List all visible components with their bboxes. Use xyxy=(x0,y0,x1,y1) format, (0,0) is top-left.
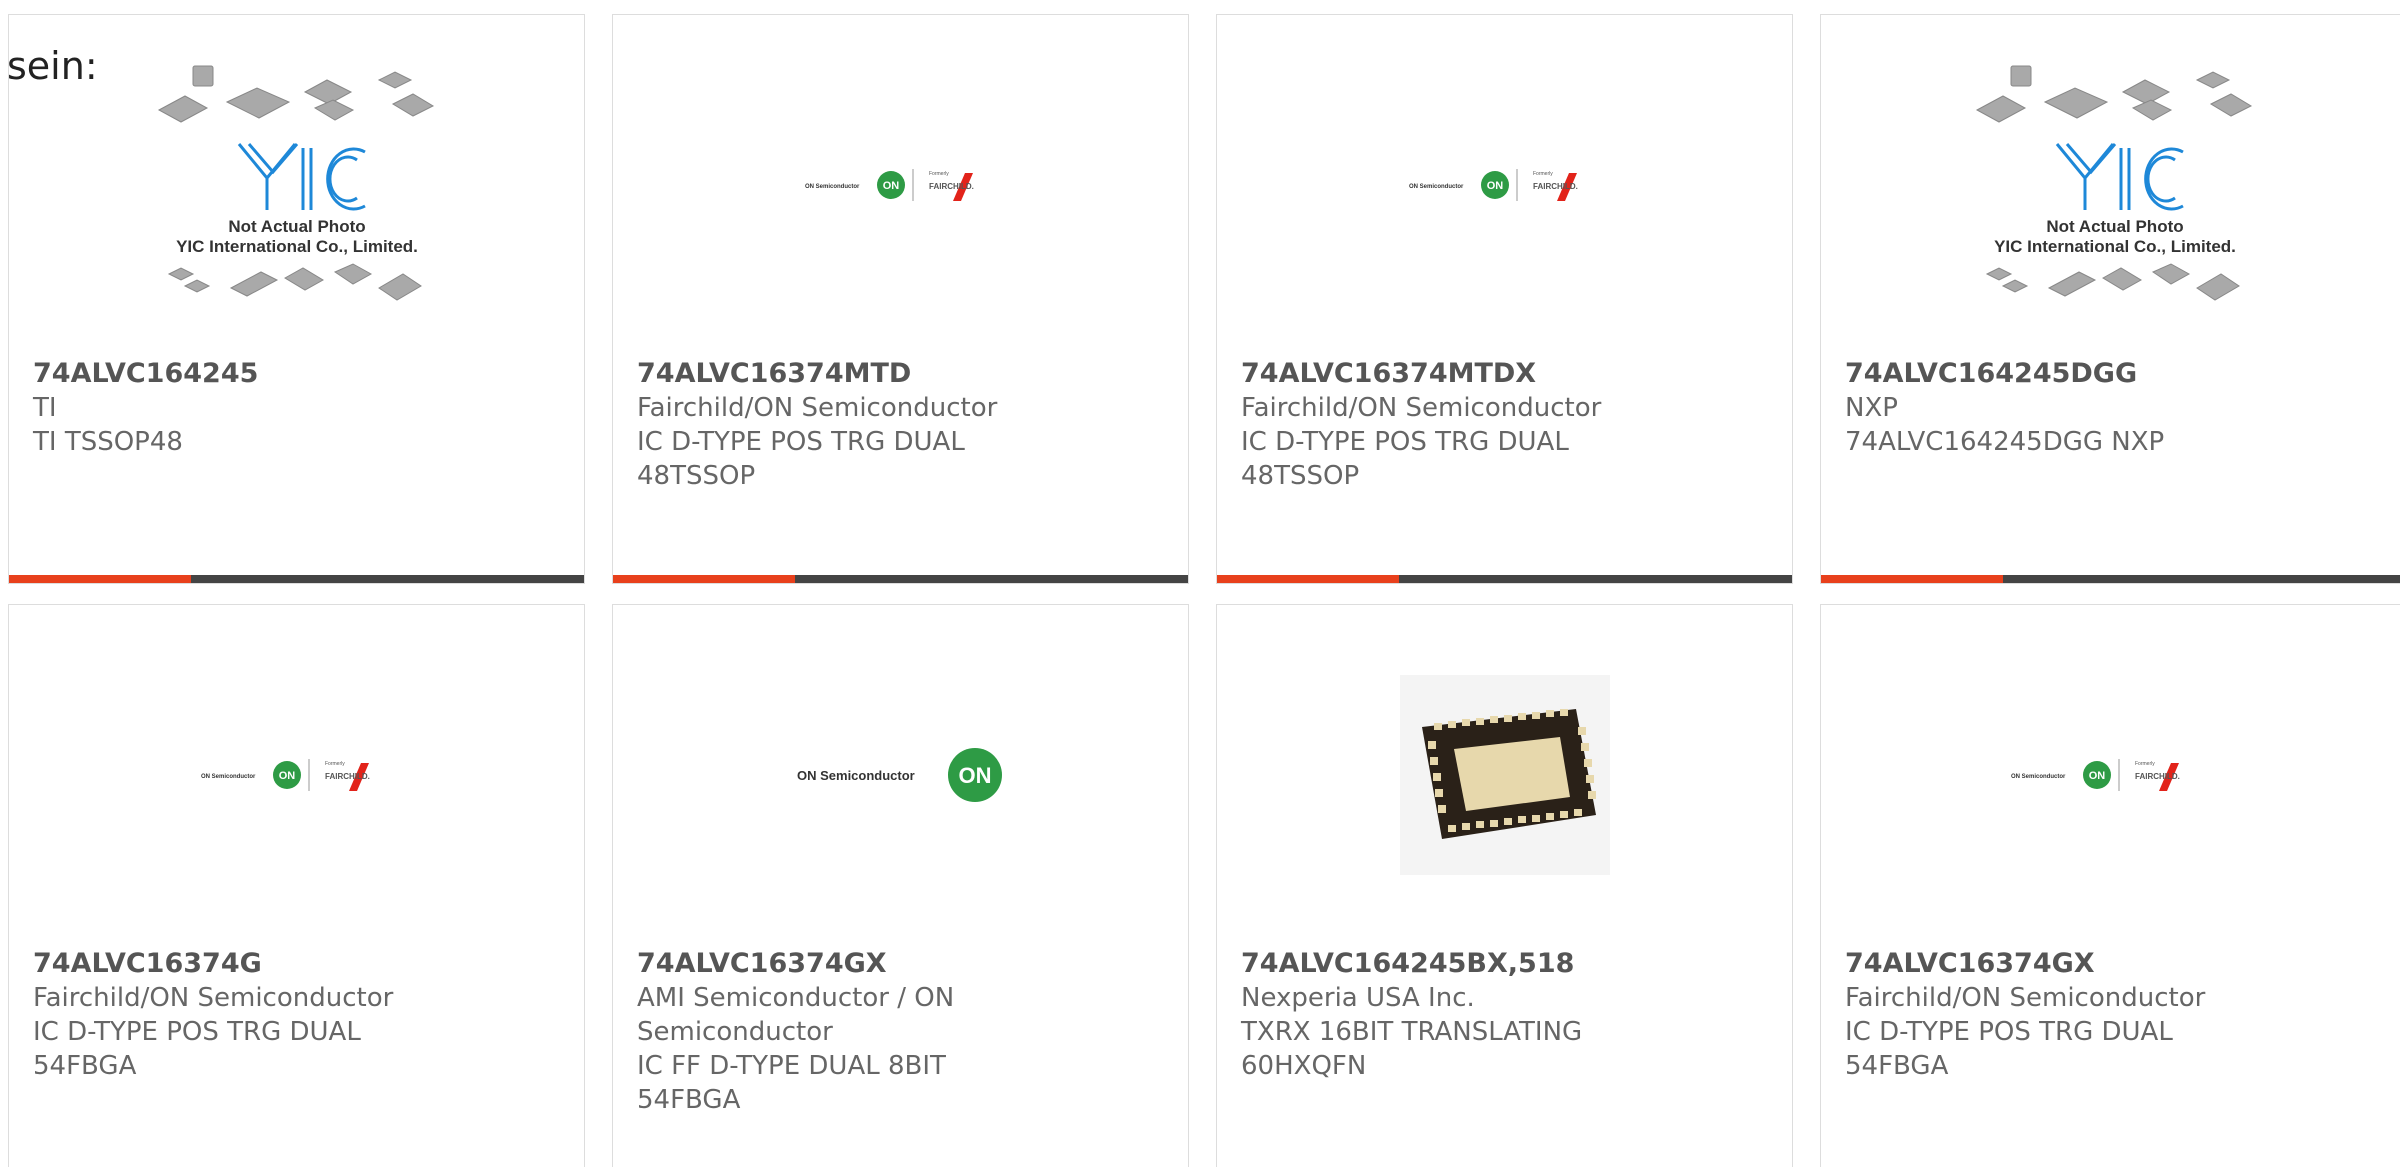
product-info: 74ALVC164245BX,518 Nexperia USA Inc. TXR… xyxy=(1241,947,1621,1083)
product-card[interactable]: Not Actual Photo YIC International Co., … xyxy=(8,14,585,584)
on-fairchild-logo-image: ON Semiconductor ON Formerly FAIRCHILD. xyxy=(2011,759,2180,791)
product-card[interactable]: 74ALVC164245BX,518 Nexperia USA Inc. TXR… xyxy=(1216,604,1793,1167)
placeholder-caption-2: YIC International Co., Limited. xyxy=(1994,237,2236,256)
description: IC D-TYPE POS TRG DUAL 48TSSOP xyxy=(1241,427,1569,491)
card-bottom-bar xyxy=(1821,575,2400,583)
section-label: sein: xyxy=(7,44,98,88)
on-semiconductor-logo-image: ON Semiconductor ON xyxy=(797,748,1002,802)
product-card[interactable]: Not Actual Photo YIC International Co., … xyxy=(1820,14,2400,584)
placeholder-caption-2: YIC International Co., Limited. xyxy=(176,237,418,256)
formerly-text: Formerly xyxy=(1533,171,1553,177)
on-fairchild-logo-image: ON Semiconductor ON Formerly FAIRCHILD. xyxy=(805,169,974,201)
description: IC FF D-TYPE DUAL 8BIT 54FBGA xyxy=(637,1051,946,1115)
yic-placeholder-image: Not Actual Photo YIC International Co., … xyxy=(1975,65,2253,301)
product-image[interactable]: ON Semiconductor ON xyxy=(613,605,1188,945)
product-info: 74ALVC16374GX Fairchild/ON Semiconductor… xyxy=(1845,947,2225,1083)
part-number[interactable]: 74ALVC164245DGG xyxy=(1845,357,2225,391)
product-image[interactable]: Not Actual Photo YIC International Co., … xyxy=(1821,15,2400,355)
on-badge-text: ON xyxy=(958,763,991,788)
part-number[interactable]: 74ALVC16374G xyxy=(33,947,413,981)
manufacturer: Fairchild/ON Semiconductor xyxy=(33,983,394,1013)
fairchild-text: FAIRCHILD. xyxy=(325,772,370,781)
on-badge-text: ON xyxy=(278,770,295,782)
hxqfn-chip-image xyxy=(1399,675,1610,875)
part-number[interactable]: 74ALVC16374MTDX xyxy=(1241,357,1621,391)
placeholder-caption-1: Not Actual Photo xyxy=(228,217,365,236)
on-badge-text: ON xyxy=(1486,180,1503,192)
product-card[interactable]: ON Semiconductor ON 74ALVC16374GX AMI Se… xyxy=(612,604,1189,1167)
manufacturer: Nexperia USA Inc. xyxy=(1241,983,1475,1013)
manufacturer: NXP xyxy=(1845,393,1898,423)
product-card[interactable]: ON Semiconductor ON Formerly FAIRCHILD. … xyxy=(612,14,1189,584)
card-accent-bar xyxy=(9,575,191,583)
formerly-text: Formerly xyxy=(929,171,949,177)
on-company-text: ON Semiconductor xyxy=(805,184,860,190)
product-info: 74ALVC164245DGG NXP 74ALVC164245DGG NXP xyxy=(1845,357,2225,459)
card-bottom-bar xyxy=(1217,575,1792,583)
on-badge-text: ON xyxy=(882,180,899,192)
manufacturer: Fairchild/ON Semiconductor xyxy=(637,393,998,423)
card-bottom-bar xyxy=(613,575,1188,583)
card-accent-bar xyxy=(1217,575,1399,583)
product-image[interactable]: ON Semiconductor ON Formerly FAIRCHILD. xyxy=(613,15,1188,355)
product-info: 74ALVC16374MTDX Fairchild/ON Semiconduct… xyxy=(1241,357,1621,493)
product-image[interactable]: ON Semiconductor ON Formerly FAIRCHILD. xyxy=(9,605,584,945)
formerly-text: Formerly xyxy=(2135,761,2155,767)
product-image[interactable]: ON Semiconductor ON Formerly FAIRCHILD. xyxy=(1821,605,2400,945)
part-number[interactable]: 74ALVC16374GX xyxy=(1845,947,2225,981)
description: TI TSSOP48 xyxy=(33,427,183,457)
card-bottom-bar xyxy=(9,575,584,583)
on-fairchild-logo-image: ON Semiconductor ON Formerly FAIRCHILD. xyxy=(1409,169,1578,201)
product-card[interactable]: ON Semiconductor ON Formerly FAIRCHILD. … xyxy=(1820,604,2400,1167)
part-number[interactable]: 74ALVC164245BX,518 xyxy=(1241,947,1621,981)
description: 74ALVC164245DGG NXP xyxy=(1845,427,2165,457)
on-company-text: ON Semiconductor xyxy=(1409,184,1464,190)
description: IC D-TYPE POS TRG DUAL 54FBGA xyxy=(1845,1017,2173,1081)
product-card[interactable]: ON Semiconductor ON Formerly FAIRCHILD. … xyxy=(1216,14,1793,584)
on-company-text: ON Semiconductor xyxy=(2011,774,2066,780)
on-company-text: ON Semiconductor xyxy=(797,768,915,783)
manufacturer: Fairchild/ON Semiconductor xyxy=(1241,393,1602,423)
description: IC D-TYPE POS TRG DUAL 54FBGA xyxy=(33,1017,361,1081)
product-image[interactable] xyxy=(1217,605,1792,945)
formerly-text: Formerly xyxy=(325,761,345,767)
yic-placeholder-image: Not Actual Photo YIC International Co., … xyxy=(157,65,434,301)
fairchild-text: FAIRCHILD. xyxy=(929,182,974,191)
product-card[interactable]: ON Semiconductor ON Formerly FAIRCHILD. … xyxy=(8,604,585,1167)
manufacturer: TI xyxy=(33,393,57,423)
description: TXRX 16BIT TRANSLATING 60HXQFN xyxy=(1241,1017,1583,1081)
product-info: 74ALVC16374MTD Fairchild/ON Semiconducto… xyxy=(637,357,1017,493)
manufacturer: AMI Semiconductor / ON Semiconductor xyxy=(637,983,955,1047)
part-number[interactable]: 74ALVC16374MTD xyxy=(637,357,1017,391)
placeholder-caption-1: Not Actual Photo xyxy=(2046,217,2183,236)
manufacturer: Fairchild/ON Semiconductor xyxy=(1845,983,2206,1013)
fairchild-text: FAIRCHILD. xyxy=(1533,182,1578,191)
on-badge-text: ON xyxy=(2089,770,2106,782)
card-accent-bar xyxy=(613,575,795,583)
part-number[interactable]: 74ALVC16374GX xyxy=(637,947,1017,981)
part-number[interactable]: 74ALVC164245 xyxy=(33,357,413,391)
on-company-text: ON Semiconductor xyxy=(201,774,256,780)
product-image[interactable]: ON Semiconductor ON Formerly FAIRCHILD. xyxy=(1217,15,1792,355)
product-info: 74ALVC16374GX AMI Semiconductor / ON Sem… xyxy=(637,947,1017,1117)
product-info: 74ALVC164245 TI TI TSSOP48 xyxy=(33,357,413,459)
on-fairchild-logo-image: ON Semiconductor ON Formerly FAIRCHILD. xyxy=(201,759,370,791)
card-accent-bar xyxy=(1821,575,2003,583)
product-grid-page: Not Actual Photo YIC International Co., … xyxy=(0,0,2400,1167)
product-info: 74ALVC16374G Fairchild/ON Semiconductor … xyxy=(33,947,413,1083)
fairchild-text: FAIRCHILD. xyxy=(2135,772,2180,781)
description: IC D-TYPE POS TRG DUAL 48TSSOP xyxy=(637,427,965,491)
